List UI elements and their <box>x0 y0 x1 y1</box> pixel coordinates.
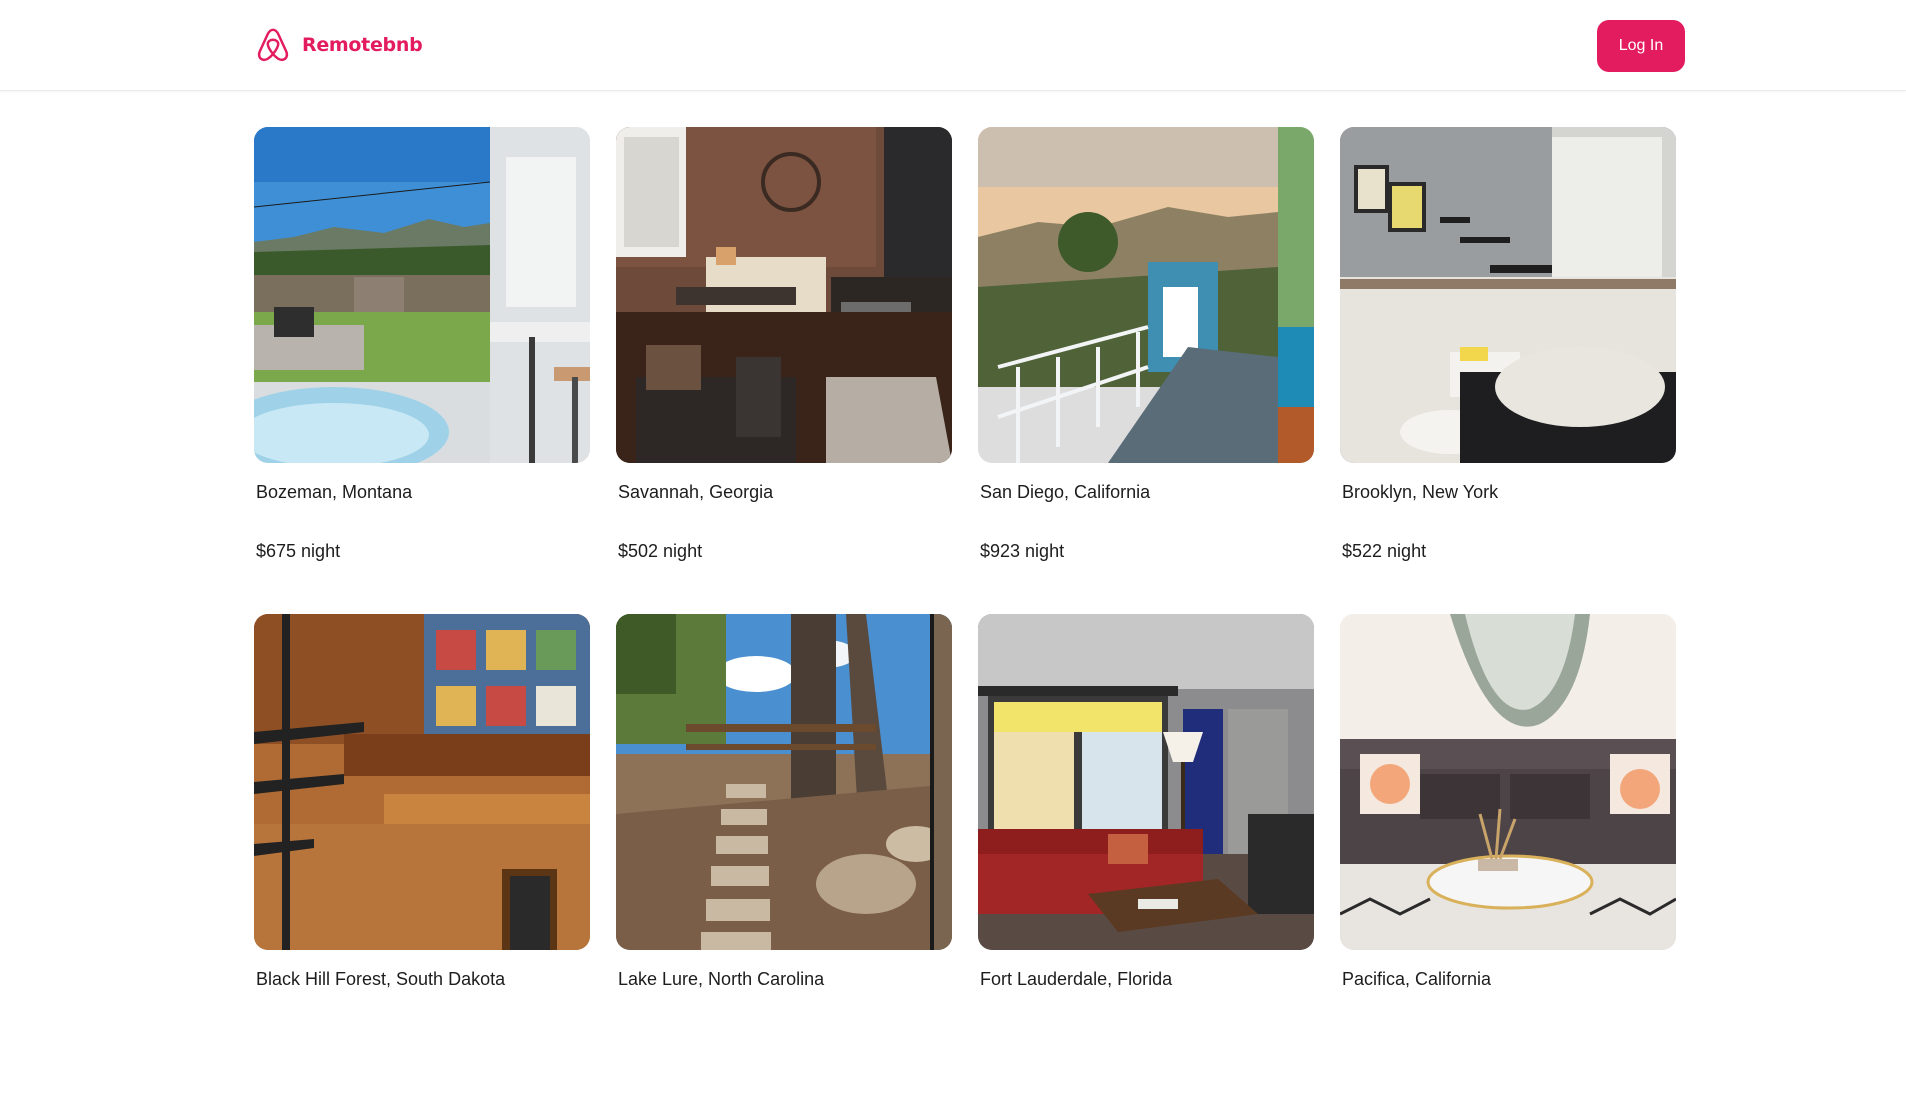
listing-card[interactable]: Brooklyn, New York $522 night <box>1340 127 1676 614</box>
listing-location[interactable]: Savannah, Georgia <box>618 481 952 503</box>
listing-location[interactable]: Fort Lauderdale, Florida <box>980 968 1314 990</box>
listing-photo[interactable] <box>616 127 952 463</box>
listing-price: $502 night <box>618 541 703 561</box>
listing-card[interactable]: Pacifica, California <box>1340 614 1676 1101</box>
listing-location[interactable]: Lake Lure, North Carolina <box>618 968 952 990</box>
listing-card[interactable]: Bozeman, Montana $675 night <box>254 127 590 614</box>
listing-price: $675 night <box>256 541 341 561</box>
listing-card[interactable]: Black Hill Forest, South Dakota <box>254 614 590 1101</box>
airbnb-logo-icon <box>257 28 289 62</box>
listing-location[interactable]: Bozeman, Montana <box>256 481 590 503</box>
listing-price: $923 night <box>980 541 1065 561</box>
listing-photo[interactable] <box>1340 127 1676 463</box>
listing-image-wood-cabin-stairs <box>254 614 590 950</box>
listing-card[interactable]: Fort Lauderdale, Florida <box>978 614 1314 1101</box>
listing-image-bathroom <box>1340 127 1676 463</box>
listing-image-red-sofa-lounge <box>978 614 1314 950</box>
listing-image-loft-living-room <box>616 127 952 463</box>
listing-location[interactable]: Brooklyn, New York <box>1342 481 1676 503</box>
listing-price: $522 night <box>1342 541 1427 561</box>
listing-card[interactable]: Lake Lure, North Carolina <box>616 614 952 1101</box>
listing-image-hot-tub-patio <box>254 127 590 463</box>
listing-photo[interactable] <box>254 614 590 950</box>
login-button[interactable]: Log In <box>1597 20 1685 72</box>
listing-card[interactable]: Savannah, Georgia $502 night <box>616 127 952 614</box>
listing-image-balcony-view <box>978 127 1314 463</box>
top-nav-bar: Remotebnb Log In <box>0 0 1906 91</box>
listing-image-stone-path <box>616 614 952 950</box>
listing-photo[interactable] <box>978 127 1314 463</box>
listing-card[interactable]: San Diego, California $923 night <box>978 127 1314 614</box>
listings-grid: Bozeman, Montana $675 night Savannah, Ge… <box>254 127 1676 1101</box>
listing-photo[interactable] <box>978 614 1314 950</box>
listing-location[interactable]: San Diego, California <box>980 481 1314 503</box>
brand-name: Remotebnb <box>302 34 423 56</box>
listing-location[interactable]: Pacifica, California <box>1342 968 1676 990</box>
listing-image-modern-living-room <box>1340 614 1676 950</box>
listing-photo[interactable] <box>254 127 590 463</box>
listing-location[interactable]: Black Hill Forest, South Dakota <box>256 968 590 990</box>
listing-photo[interactable] <box>1340 614 1676 950</box>
brand-home-link[interactable]: Remotebnb <box>254 26 423 64</box>
listing-photo[interactable] <box>616 614 952 950</box>
